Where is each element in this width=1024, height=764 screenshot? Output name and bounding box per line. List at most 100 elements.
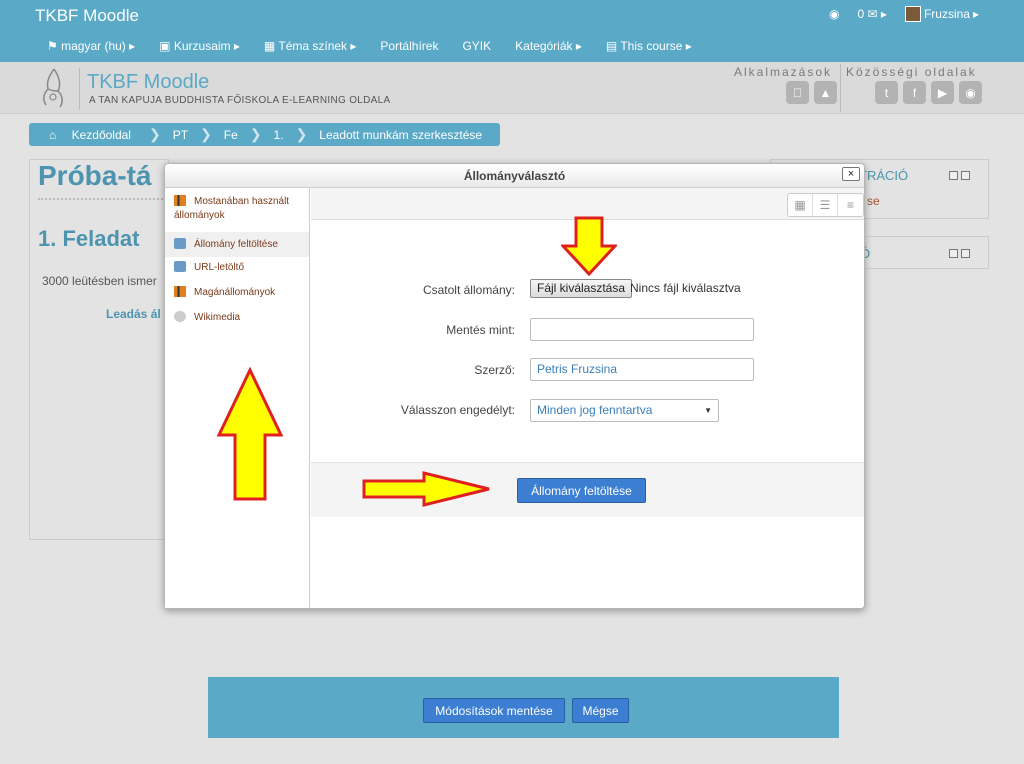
messages-menu[interactable]: 0 ✉ ▸ bbox=[858, 7, 887, 21]
repo-item-recent[interactable]: Mostanában használt állományok bbox=[165, 195, 309, 223]
tree-view-icon[interactable]: ≡ bbox=[838, 194, 863, 216]
content-panel bbox=[29, 159, 169, 540]
nav-item-language[interactable]: ⚑ magyar (hu) ▸ bbox=[47, 39, 135, 53]
recent-files-icon bbox=[174, 195, 186, 206]
admin-block-title: TRÁCIÓ bbox=[859, 168, 909, 183]
repo-item-url[interactable]: URL-letöltő bbox=[165, 261, 309, 276]
nav-label: Kurzusaim bbox=[173, 39, 231, 53]
logo-divider bbox=[79, 68, 80, 110]
apps-label: Alkalmazások bbox=[734, 65, 833, 79]
android-icon[interactable]: ▲ bbox=[814, 81, 837, 104]
private-files-icon bbox=[174, 286, 186, 297]
nav-label: magyar (hu) bbox=[61, 39, 126, 53]
repo-item-upload[interactable]: Állomány feltöltése bbox=[165, 232, 309, 257]
breadcrumb-separator: ❯ bbox=[200, 126, 212, 142]
arrow-up-shape bbox=[216, 367, 284, 501]
collapse-icon[interactable] bbox=[949, 171, 958, 180]
assignment-heading: 1. Feladat bbox=[38, 226, 140, 251]
arrow-right-shape bbox=[362, 471, 490, 507]
author-label: Szerző: bbox=[474, 363, 515, 377]
dock-icon[interactable] bbox=[961, 249, 970, 258]
close-button[interactable]: × bbox=[842, 167, 860, 181]
license-selected: Minden jog fenntartva bbox=[537, 403, 653, 417]
globe-icon[interactable]: ◉ bbox=[959, 81, 982, 104]
envelope-icon: ✉ bbox=[867, 7, 878, 21]
save-as-input[interactable] bbox=[530, 318, 754, 341]
nav-item-portal-news[interactable]: Portálhírek bbox=[380, 39, 438, 53]
book-icon: ▤ bbox=[605, 39, 618, 53]
expand-icon[interactable] bbox=[949, 249, 958, 258]
main-nav: ⚑ magyar (hu) ▸ ▣ Kurzusaim ▸ ▦ Téma szí… bbox=[47, 39, 692, 53]
arrow-down-annotation bbox=[561, 216, 617, 276]
brand-title[interactable]: TKBF Moodle bbox=[35, 6, 139, 26]
user-menu[interactable]: Fruzsina ▸ bbox=[904, 6, 979, 22]
breadcrumb-item-current[interactable]: Leadott munkám szerkesztése bbox=[313, 128, 488, 142]
no-file-text: Nincs fájl kiválasztva bbox=[630, 281, 741, 295]
site-title[interactable]: TKBF Moodle bbox=[87, 71, 209, 94]
breadcrumb-separator: ❯ bbox=[148, 126, 161, 142]
messages-count: 0 bbox=[857, 7, 865, 21]
user-name: Fruzsina bbox=[923, 7, 970, 21]
breadcrumb-label: Kezdőoldal bbox=[71, 127, 131, 142]
twitter-icon[interactable]: t bbox=[875, 81, 898, 104]
grid-icon: ▦ bbox=[263, 39, 276, 53]
save-as-label: Mentés mint: bbox=[446, 323, 515, 337]
cancel-button[interactable]: Mégse bbox=[572, 698, 629, 723]
attachment-label: Csatolt állomány: bbox=[422, 283, 515, 297]
nav-label: Kategóriák bbox=[515, 39, 573, 53]
breadcrumb: ⌂ Kezdőoldal ❯ PT ❯ Fe ❯ 1. ❯ Leadott mu… bbox=[29, 123, 501, 146]
repo-label: Állomány feltöltése bbox=[194, 239, 278, 250]
nav-item-categories[interactable]: Kategóriák ▸ bbox=[515, 39, 582, 53]
youtube-icon[interactable]: ▶ bbox=[931, 81, 954, 104]
breadcrumb-item[interactable]: 1. bbox=[268, 128, 290, 142]
save-changes-button[interactable]: Módosítások mentése bbox=[423, 698, 565, 723]
apple-icon[interactable]:  bbox=[786, 81, 809, 104]
breadcrumb-item[interactable]: PT bbox=[167, 128, 194, 142]
arrow-down-shape bbox=[561, 216, 617, 276]
icon-view-icon[interactable]: ▦ bbox=[788, 194, 813, 216]
author-input[interactable]: Petris Fruzsina bbox=[530, 358, 754, 381]
repo-item-wikimedia[interactable]: Wikimedia bbox=[165, 311, 309, 326]
title-underline bbox=[38, 198, 166, 200]
flag-icon: ⚑ bbox=[47, 39, 58, 53]
list-view-icon[interactable]: ☰ bbox=[813, 194, 838, 216]
wikimedia-icon bbox=[174, 311, 186, 322]
nav-item-my-courses[interactable]: ▣ Kurzusaim ▸ bbox=[159, 39, 240, 53]
nav-item-this-course[interactable]: ▤ This course ▸ bbox=[606, 39, 692, 53]
facebook-icon[interactable]: f bbox=[903, 81, 926, 104]
close-icon: × bbox=[847, 168, 855, 180]
app-icons:  ▲ bbox=[786, 81, 837, 104]
dock-icon[interactable] bbox=[961, 171, 970, 180]
briefcase-icon: ▣ bbox=[159, 39, 171, 53]
repo-label: Magánállományok bbox=[194, 287, 276, 298]
arrow-up-annotation bbox=[216, 367, 284, 501]
license-select[interactable]: Minden jog fenntartva ▼ bbox=[530, 399, 719, 422]
nav-item-faq[interactable]: GYIK bbox=[462, 39, 491, 53]
breadcrumb-separator: ❯ bbox=[295, 126, 308, 142]
notification-icon[interactable]: ◉ bbox=[829, 7, 839, 21]
breadcrumb-item[interactable]: Fe bbox=[218, 128, 244, 142]
upload-file-button[interactable]: Állomány feltöltése bbox=[517, 478, 646, 503]
page-title: Próba-tá bbox=[38, 160, 152, 191]
site-subtitle: A TAN KAPUJA BUDDHISTA FŐISKOLA E-LEARNI… bbox=[89, 95, 391, 106]
site-header: TKBF Moodle A TAN KAPUJA BUDDHISTA FŐISK… bbox=[0, 62, 1024, 114]
url-icon bbox=[174, 261, 186, 272]
choose-file-button[interactable]: Fájl kiválasztása bbox=[530, 279, 633, 298]
submission-status: Leadás ál bbox=[106, 307, 161, 321]
social-label: Közösségi oldalak bbox=[846, 65, 977, 79]
breadcrumb-home[interactable]: ⌂ Kezdőoldal bbox=[37, 128, 143, 142]
arrow-right-annotation bbox=[362, 471, 490, 507]
chevron-down-icon: ▼ bbox=[704, 406, 712, 415]
license-label: Válasszon engedélyt: bbox=[400, 403, 515, 417]
dialog-title: Állományválasztó bbox=[165, 164, 864, 188]
assignment-description: 3000 leütésben ismer bbox=[42, 274, 157, 288]
avatar bbox=[904, 6, 921, 22]
logo-hand-icon[interactable] bbox=[36, 65, 72, 111]
top-navbar: TKBF Moodle ◉ 0 ✉ ▸ Fruzsina ▸ ⚑ magyar (… bbox=[0, 0, 1024, 62]
repo-item-private[interactable]: Magánállományok bbox=[165, 286, 309, 301]
view-switcher: ▦ ☰ ≡ bbox=[787, 193, 864, 217]
chevron-right-icon: ▸ bbox=[972, 7, 979, 21]
nav-label: GYIK bbox=[462, 39, 492, 53]
nav-item-theme-colors[interactable]: ▦ Téma színek ▸ bbox=[264, 39, 357, 53]
admin-block-link[interactable]: se bbox=[867, 194, 880, 208]
